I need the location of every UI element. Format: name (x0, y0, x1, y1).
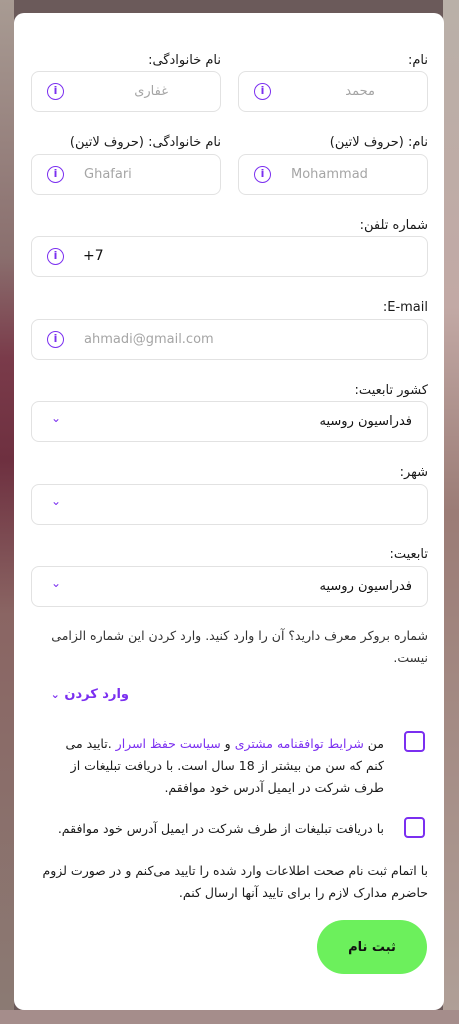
background-photo-right (443, 0, 459, 1024)
info-icon[interactable]: i (47, 166, 64, 183)
info-icon[interactable]: i (47, 83, 64, 100)
last-name-latin-placeholder: Ghafari (84, 167, 132, 182)
last-name-field[interactable]: i غفاری (31, 71, 221, 112)
ads-consent-checkbox[interactable] (404, 817, 425, 838)
citizenship-value: فدراسیون روسیه (319, 579, 412, 594)
chevron-down-icon: ⌄ (51, 411, 62, 425)
terms-prefix: من (363, 736, 384, 751)
first-name-placeholder: محمد (345, 84, 375, 99)
country-select[interactable]: ⌄ فدراسیون روسیه (31, 401, 428, 442)
chevron-down-icon: ⌄ (51, 576, 62, 590)
last-name-latin-label: نام خانوادگی: (حروف لاتین) (69, 135, 221, 150)
city-select[interactable]: ⌄ (31, 484, 428, 525)
first-name-field[interactable]: i محمد (238, 71, 428, 112)
submit-button[interactable]: ثبت نام (317, 920, 427, 974)
info-icon[interactable]: i (254, 83, 271, 100)
email-field[interactable]: i ahmadi@gmail.com (31, 319, 428, 360)
terms-text: من شرایط توافقنامه مشتری و سیاست حفظ اسر… (44, 733, 384, 799)
background-photo-bottom (0, 1010, 459, 1024)
first-name-label: نام: (407, 53, 428, 68)
enter-referral-label: وارد کردن (64, 687, 129, 702)
enter-referral-link[interactable]: وارد کردن ⌄ (51, 687, 129, 702)
info-icon[interactable]: i (254, 166, 271, 183)
citizenship-label: تابعیت: (389, 547, 428, 562)
ads-consent-text: با دریافت تبلیغات از طرف شرکت در ایمیل آ… (57, 821, 384, 836)
email-label: E-mail: (382, 300, 428, 315)
country-label: کشور تابعیت: (354, 383, 428, 398)
chevron-down-icon: ⌄ (51, 494, 62, 508)
chevron-down-icon: ⌄ (50, 688, 60, 701)
final-note: با اتمام ثبت نام صحت اطلاعات وارد شده را… (42, 863, 428, 900)
referral-note: شماره بروکر معرف دارید؟ آن را وارد کنید.… (51, 628, 428, 665)
client-agreement-link[interactable]: شرایط توافقنامه مشتری (235, 736, 364, 751)
terms-checkbox[interactable] (404, 731, 425, 752)
first-name-latin-field[interactable]: i Mohammad (238, 154, 428, 195)
privacy-policy-link[interactable]: سیاست حفظ اسرار (116, 736, 221, 751)
last-name-label: نام خانوادگی: (148, 53, 221, 68)
email-placeholder: ahmadi@gmail.com (84, 332, 214, 347)
city-label: شهر: (399, 465, 428, 480)
last-name-placeholder: غفاری (134, 84, 168, 99)
phone-field[interactable]: i +7 (31, 236, 428, 277)
terms-middle: و (220, 736, 235, 751)
last-name-latin-field[interactable]: i Ghafari (31, 154, 221, 195)
info-icon[interactable]: i (47, 248, 64, 265)
first-name-latin-label: نام: (حروف لاتین) (329, 135, 428, 150)
info-icon[interactable]: i (47, 331, 64, 348)
registration-card: نام: نام خانوادگی: i محمد i غفاری نام: (… (14, 13, 444, 1010)
background-photo-left (0, 0, 14, 1024)
phone-value: +7 (83, 248, 104, 264)
first-name-latin-placeholder: Mohammad (291, 167, 368, 182)
citizenship-select[interactable]: ⌄ فدراسیون روسیه (31, 566, 428, 607)
phone-label: شماره تلفن: (359, 218, 428, 233)
country-value: فدراسیون روسیه (319, 414, 412, 429)
